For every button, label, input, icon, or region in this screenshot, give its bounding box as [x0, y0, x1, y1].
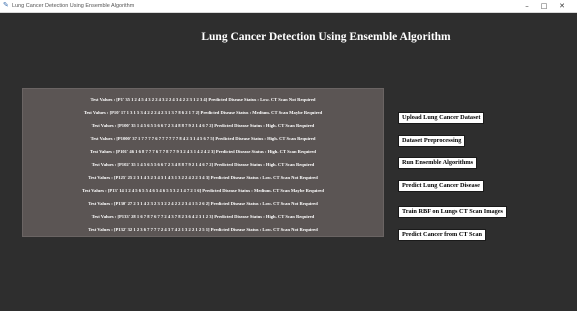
window-title: Lung Cancer Detection Using Ensemble Alg…	[12, 3, 135, 9]
app-feather-icon: ✎	[3, 1, 9, 9]
run-ensemble-button[interactable]: Run Ensemble Algorithms	[398, 157, 478, 169]
page-title: Lung Cancer Detection Using Ensemble Alg…	[201, 31, 451, 43]
result-line: Test Values : [P101' 46 1 6 8 7 7 7 6 7 …	[90, 149, 316, 154]
result-line: Test Values : [P100' 35 1 4 5 6 5 5 6 6 …	[91, 123, 315, 128]
window-titlebar: ✎ Lung Cancer Detection Using Ensemble A…	[0, 0, 577, 13]
maximize-button[interactable]: □	[537, 0, 551, 12]
predict-disease-button[interactable]: Predict Lung Cancer Disease	[398, 180, 484, 192]
result-line: Test Values : [P133' 28 1 6 7 8 7 6 7 7 …	[91, 214, 315, 219]
results-text-area[interactable]: Test Values : [P1' 35 1 2 4 5 4 3 2 2 4 …	[22, 88, 384, 237]
train-rbf-button[interactable]: Train RBF on Lungs CT Scan Images	[398, 206, 508, 218]
result-line: Test Values : [P130' 27 2 3 1 4 2 3 2 3 …	[88, 201, 318, 206]
minimize-button[interactable]: –	[520, 0, 534, 12]
result-line: Test Values : [P125' 25 2 3 1 4 3 2 3 4 …	[88, 175, 318, 180]
result-line: Test Values : [P132' 32 1 2 3 6 7 7 7 7 …	[88, 227, 318, 232]
result-line: Test Values : [P1000' 37 1 7 7 7 7 6 7 7…	[90, 136, 316, 141]
result-line: Test Values : [P13' 14 1 2 4 5 6 5 5 4 6…	[82, 188, 324, 193]
dataset-preprocessing-button[interactable]: Dataset Preprocessing	[398, 135, 466, 147]
close-button[interactable]: ✕	[555, 0, 569, 12]
predict-ct-scan-button[interactable]: Predict Cancer from CT Scan	[398, 229, 486, 241]
result-line: Test Values : [P102' 35 1 4 5 6 5 5 6 6 …	[91, 162, 315, 167]
result-line: Test Values : [P1' 35 1 2 4 5 4 3 2 2 4 …	[90, 97, 316, 102]
result-line: Test Values : [P10' 17 1 3 1 5 3 4 2 2 2…	[83, 110, 323, 115]
upload-dataset-button[interactable]: Upload Lung Cancer Dataset	[398, 112, 485, 124]
